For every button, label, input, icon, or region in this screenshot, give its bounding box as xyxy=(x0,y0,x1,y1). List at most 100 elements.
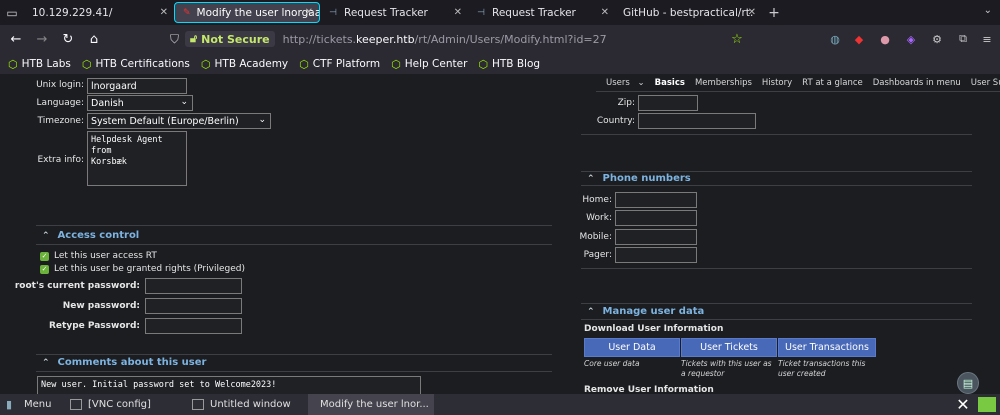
section-title: Phone numbers xyxy=(602,173,691,184)
divider xyxy=(36,371,552,372)
url-bar[interactable]: ⛉ 🔓︎ Not Secure http://tickets. keeper.htb… xyxy=(170,28,752,50)
nav-memberships[interactable]: Memberships xyxy=(695,78,752,88)
download-user-info-title: Download User Information xyxy=(584,324,724,334)
phone-numbers-header[interactable]: ⌃ Phone numbers xyxy=(587,173,691,184)
new-password-input[interactable] xyxy=(145,298,242,314)
checkbox-label: Let this user access RT xyxy=(54,251,157,261)
nav-basics[interactable]: Basics xyxy=(655,78,685,88)
tab-active[interactable]: ✎ Modify the user lnorgaard ✕ xyxy=(174,2,320,23)
nav-dashboards-in-menu[interactable]: Dashboards in menu xyxy=(873,78,961,88)
manage-user-data-header[interactable]: ⌃ Manage user data xyxy=(587,306,704,317)
section-title: Manage user data xyxy=(602,306,705,317)
tab-0[interactable]: 10.129.229.41/ ✕ xyxy=(24,2,174,23)
pager-input[interactable] xyxy=(615,247,697,263)
retype-password-input[interactable] xyxy=(145,318,242,334)
nav-rt-at-a-glance[interactable]: RT at a glance xyxy=(802,78,863,88)
unix-login-input[interactable]: lnorgaard xyxy=(87,78,187,94)
home-phone-input[interactable] xyxy=(615,192,697,208)
unix-login-label: Unix login: xyxy=(36,80,84,90)
country-input[interactable] xyxy=(638,113,756,129)
close-icon[interactable]: ✕ xyxy=(748,7,756,18)
user-tickets-button[interactable]: User Tickets xyxy=(681,338,777,357)
country-label: Country: xyxy=(596,116,635,126)
access-control-header[interactable]: ⌃ Access control xyxy=(42,230,139,241)
close-icon[interactable]: ✕ xyxy=(160,7,168,18)
taskbar-firefox-window[interactable]: Modify the user lnor... xyxy=(308,394,434,415)
zip-label: Zip: xyxy=(617,98,635,108)
htb-logo-icon: ⬡ xyxy=(478,57,488,71)
home-icon[interactable]: ⌂ xyxy=(82,28,106,52)
taskbar-vnc-config[interactable]: [VNC config] xyxy=(64,394,186,415)
tab-3[interactable]: ⊣ Request Tracker ✕ xyxy=(468,2,615,23)
mobile-phone-input[interactable] xyxy=(615,229,697,245)
taskbar-untitled-window[interactable]: Untitled window xyxy=(186,394,308,415)
clipboard-icon[interactable]: ▤ xyxy=(957,372,979,394)
taskbar-label: [VNC config] xyxy=(88,399,151,410)
settings-icon[interactable]: ⚙ xyxy=(928,28,946,50)
tab-title: 10.129.229.41/ xyxy=(32,6,113,19)
comments-textarea[interactable]: New user. Initial password set to Welcom… xyxy=(37,376,421,396)
window-icon xyxy=(70,399,82,410)
tab-2[interactable]: ⊣ Request Tracker ✕ xyxy=(320,2,468,23)
extra-info-textarea[interactable]: Helpdesk Agent from Korsbæk xyxy=(87,131,187,186)
close-icon[interactable]: ✕ xyxy=(601,7,609,18)
tab-overflow-icon[interactable]: ⌄ xyxy=(984,5,992,16)
work-phone-input[interactable] xyxy=(615,210,697,226)
shield-icon[interactable]: ⛉ xyxy=(170,32,179,47)
rt-favicon-icon: ✎ xyxy=(183,7,191,18)
user-transactions-button[interactable]: User Transactions xyxy=(778,338,876,357)
bookmark-htb-blog[interactable]: ⬡ HTB Blog xyxy=(478,58,540,71)
menu-icon[interactable]: ≡ xyxy=(978,28,996,50)
language-value: Danish xyxy=(91,98,124,109)
check-icon: ✓ xyxy=(40,251,49,261)
extension-icon[interactable]: ◈ xyxy=(902,28,920,50)
divider xyxy=(581,303,972,304)
account-icon[interactable]: ◍ xyxy=(826,28,844,50)
reload-icon[interactable]: ↻ xyxy=(56,28,80,52)
comments-header[interactable]: ⌃ Comments about this user xyxy=(42,357,206,368)
bookmarks-bar: ⬡ HTB Labs ⬡ HTB Certifications ⬡ HTB Acade… xyxy=(0,54,1000,74)
close-icon[interactable]: ✕ xyxy=(454,7,462,18)
taskbar-menu[interactable]: ▮ Menu xyxy=(0,394,64,415)
security-label: Not Secure xyxy=(201,32,270,46)
divider xyxy=(36,225,552,226)
tab-4[interactable]: GitHub - bestpractical/rt: ✕ xyxy=(615,2,762,23)
tab-list-icon[interactable]: ▭ xyxy=(0,0,24,25)
extensions-puzzle-icon[interactable]: ⧉ xyxy=(954,28,972,50)
nav-user-summary[interactable]: User Summary xyxy=(971,78,1000,88)
new-password-label: New password: xyxy=(62,301,140,311)
user-tickets-note: Tickets with this user as a requestor xyxy=(681,359,772,378)
menu-logo-icon: ▮ xyxy=(6,398,13,411)
security-indicator[interactable]: 🔓︎ Not Secure xyxy=(185,31,275,47)
bookmark-htb-labs[interactable]: ⬡ HTB Labs xyxy=(8,58,71,71)
tab-title: GitHub - bestpractical/rt: xyxy=(623,6,754,19)
bookmark-help-center[interactable]: ⬡ Help Center xyxy=(391,58,467,71)
current-password-input[interactable] xyxy=(145,278,242,294)
back-icon[interactable]: ← xyxy=(4,28,28,52)
new-tab-icon[interactable]: + xyxy=(762,5,786,21)
language-label: Language: xyxy=(36,98,84,108)
bookmark-ctf-platform[interactable]: ⬡ CTF Platform xyxy=(299,58,380,71)
language-select[interactable]: Danish ⌄ xyxy=(87,95,193,111)
bookmark-label: HTB Academy xyxy=(214,58,289,70)
bookmark-htb-academy[interactable]: ⬡ HTB Academy xyxy=(201,58,288,71)
timezone-select[interactable]: System Default (Europe/Berlin) ⌄ xyxy=(87,113,271,129)
chevron-up-icon: ⌃ xyxy=(42,230,50,241)
cookie-icon[interactable]: ● xyxy=(876,28,894,50)
close-icon[interactable]: ✕ xyxy=(305,7,313,18)
nav-history[interactable]: History xyxy=(762,78,792,88)
access-rt-checkbox[interactable]: ✓ Let this user access RT xyxy=(40,251,157,261)
x-close-icon[interactable]: ✕ xyxy=(955,395,971,414)
forward-icon[interactable]: → xyxy=(30,28,54,52)
taskbar: ▮ Menu [VNC config] Untitled window Modif… xyxy=(0,394,1000,415)
user-data-button[interactable]: User Data xyxy=(584,338,680,357)
nav-users[interactable]: Users ⌄ xyxy=(601,78,645,88)
ublock-icon[interactable]: ◆ xyxy=(850,28,868,50)
divider xyxy=(581,185,972,186)
tab-title: Request Tracker xyxy=(344,6,428,19)
htb-logo-icon: ⬡ xyxy=(200,57,211,71)
zip-input[interactable] xyxy=(638,95,698,111)
bookmark-star-icon[interactable]: ☆ xyxy=(728,28,746,50)
bookmark-htb-certifications[interactable]: ⬡ HTB Certifications xyxy=(82,58,190,71)
privileged-checkbox[interactable]: ✓ Let this user be granted rights (Privil… xyxy=(40,264,245,274)
